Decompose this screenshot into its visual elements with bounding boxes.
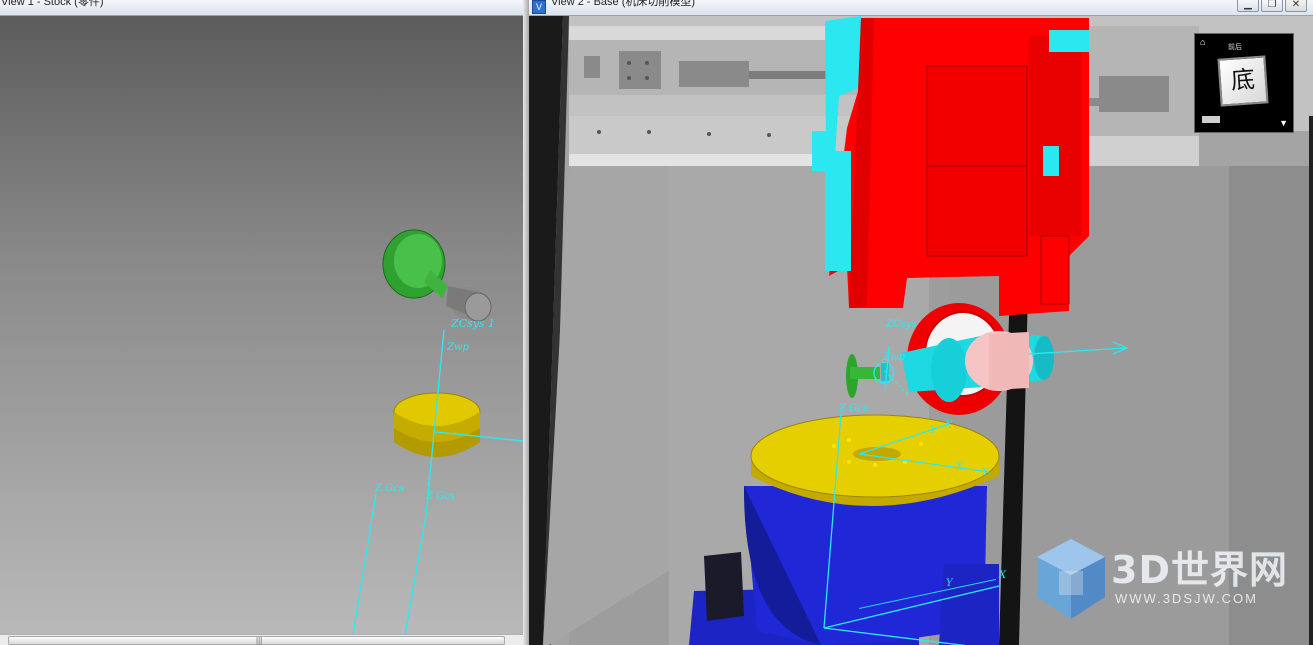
home-icon[interactable]: ⌂ [1200,37,1205,47]
view2-label-y2: Y [982,467,989,478]
view1-viewport[interactable]: ZCsys 1 Zwp Z Gcs Z Gcs [0,16,523,636]
view2-label-x2: X [956,462,964,473]
chevron-down-icon[interactable]: ▼ [1279,118,1288,128]
view1-title: View 1 - Stock (零件) [1,0,104,8]
view2-label-zwp: Zwp [883,352,905,363]
view1-label-zcsys1: ZCsys 1 [451,317,496,330]
watermark: 3D世界网 WWW.3DSJW.COM [1033,531,1303,631]
view-cube[interactable]: ⌂ 前后 底 ▼ [1194,33,1294,133]
view2-window-buttons: ▁ ❐ ✕ [1237,0,1307,12]
view2-label-x1: X [945,420,953,431]
view2-titlebar[interactable]: V View 2 - Base (机床切削模型) ▁ ❐ ✕ [529,0,1313,16]
view-cube-face-label: 底 [1229,65,1256,95]
view2-label-y1: Y [930,425,937,436]
watermark-text: 3D世界网 [1111,548,1288,592]
view1-label-zwp: Zwp [447,342,469,353]
watermark-cube-icon [1037,539,1105,619]
view2-viewport[interactable]: ZCsys Zwp Z Gcs Y X X Y Y X ⌂ 前后 底 ▼ 3D世… [529,16,1313,645]
view-cube-top-label: 前后 [1228,44,1242,51]
view1-titlebar[interactable]: View 1 - Stock (零件) [0,0,523,16]
restore-button[interactable]: ❐ [1261,0,1283,12]
view1-pane[interactable]: View 1 - Stock (零件) ZCsys 1 Zwp Z Gcs Z … [0,0,523,645]
view2-label-y3: Y [946,578,953,589]
view2-title: View 2 - Base (机床切削模型) [551,0,696,8]
view1-label-zgcs: Z Gcs [375,483,404,494]
view2-label-x3: X [999,570,1007,581]
view-cube-face-bottom[interactable]: 底 [1217,55,1269,107]
tool-holder-green [382,229,492,322]
watermark-url: WWW.3DSJW.COM [1115,591,1258,606]
view1-scene [352,229,523,636]
view-cube-bar-icon[interactable] [1202,116,1220,123]
app-icon: V [532,0,546,14]
scroll-grip-icon: ||| [256,636,263,645]
view2-label-zcsys: ZCsys [886,319,917,330]
view1-scrollbar-thumb[interactable]: ||| [8,636,505,645]
view2-label-zgcs: Z Gcs [839,403,868,414]
view1-label-zgcs-2: Z Gcs [426,491,455,502]
view2-pane[interactable]: V View 2 - Base (机床切削模型) ▁ ❐ ✕ ZCsys Zwp… [529,0,1313,645]
minimize-button[interactable]: ▁ [1237,0,1259,12]
view1-horizontal-scrollbar[interactable]: ||| [0,634,523,645]
close-button[interactable]: ✕ [1285,0,1307,12]
